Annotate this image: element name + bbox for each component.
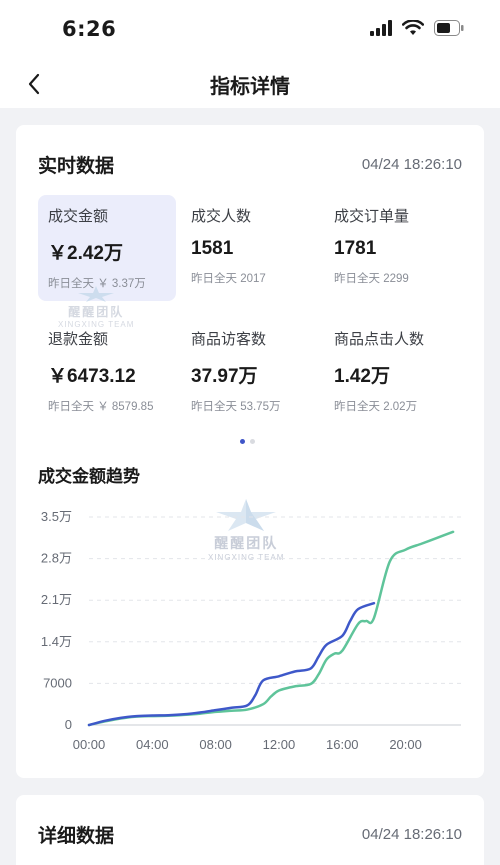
status-time: 6:26: [62, 17, 117, 41]
x-tick-label: 04:00: [136, 737, 169, 752]
x-tick-label: 08:00: [199, 737, 232, 752]
x-tick-label: 12:00: [263, 737, 296, 752]
x-tick-label: 20:00: [389, 737, 422, 752]
y-tick-label: 2.8万: [41, 551, 72, 566]
detail-card: 详细数据 04/24 18:26:10: [16, 795, 484, 865]
realtime-card: 实时数据 04/24 18:26:10 成交金额 ￥2.42万 昨日全天 ￥ 3…: [16, 125, 484, 778]
battery-icon: [434, 20, 464, 36]
detail-timestamp: 04/24 18:26:10: [361, 826, 462, 843]
x-tick-label: 16:00: [326, 737, 359, 752]
status-icons: [370, 20, 464, 36]
page-title: 指标详情: [210, 74, 290, 98]
y-tick-label: 3.5万: [41, 509, 72, 524]
y-tick-label: 7000: [43, 675, 72, 690]
y-tick-label: 0: [65, 717, 72, 732]
wifi-icon: [402, 20, 424, 35]
nav-bar: 指标详情: [0, 60, 500, 108]
trend-chart: 0 7000 1.4万 2.1万 2.8万 3.5万 00:00 04:00 08:00 12:0…: [41, 509, 461, 752]
detail-header: 详细数据 04/24 18:26:10: [38, 821, 462, 848]
signal-icon: [370, 20, 392, 36]
y-tick-label: 1.4万: [41, 634, 72, 649]
series-line-2: [87, 601, 376, 727]
detail-title: 详细数据: [38, 825, 115, 847]
status-bar: 6:26: [0, 0, 500, 60]
x-tick-label: 00:00: [73, 737, 106, 752]
series-line-1: [87, 530, 455, 727]
y-tick-label: 2.1万: [41, 592, 72, 607]
